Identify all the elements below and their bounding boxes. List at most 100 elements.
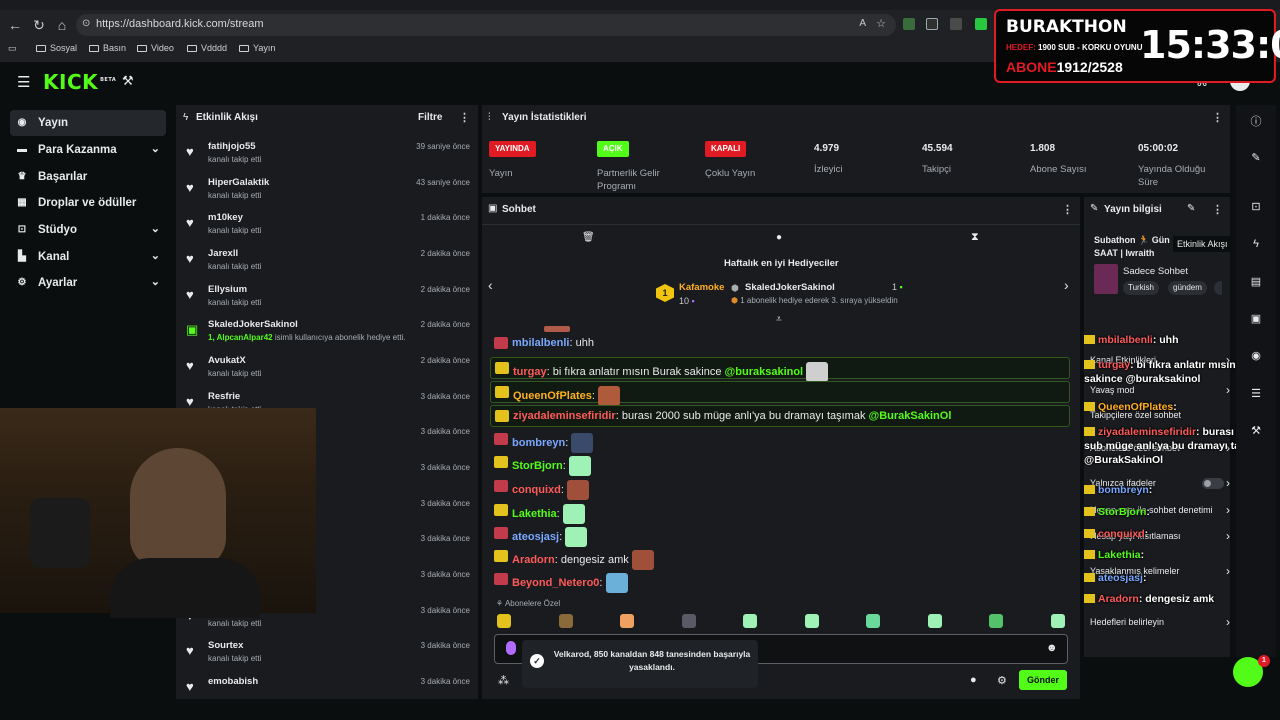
chat-username[interactable]: turgay <box>513 366 547 378</box>
hourglass-icon[interactable]: ⧗ <box>971 231 979 244</box>
emote-button[interactable] <box>558 614 573 628</box>
chat-message[interactable]: turgay: bi fıkra anlatır mısın Burak sak… <box>490 357 1070 382</box>
filter-button[interactable]: Filtre <box>418 112 442 123</box>
chat-message[interactable]: ziyadaleminsefiridir: burası 2000 sub mü… <box>490 405 1070 427</box>
emote-button[interactable] <box>866 614 880 628</box>
info-icon[interactable]: ⓘ <box>1248 114 1264 130</box>
chat-username[interactable]: Aradorn <box>512 554 555 566</box>
stack-icon[interactable]: ☰ <box>1248 386 1264 402</box>
activity-username[interactable]: SkaledJokerSakinol <box>208 319 298 330</box>
bookmarks-icon[interactable]: ▭ <box>8 43 17 54</box>
emote-button[interactable] <box>743 614 757 628</box>
bookmark-basin[interactable]: Basın <box>89 43 126 53</box>
gifter-name[interactable]: Kafamoke <box>679 282 724 293</box>
send-button[interactable]: Gönder <box>1019 670 1067 690</box>
bookmark-video[interactable]: Video <box>137 43 174 53</box>
activity-username[interactable]: m10key <box>208 212 243 223</box>
setting-row[interactable]: Hedefleri belirleyin › <box>1090 615 1230 629</box>
menu-icon[interactable]: ☰ <box>17 73 30 91</box>
emote-button[interactable] <box>620 614 634 628</box>
chat-username[interactable]: mbilalbenli <box>512 337 569 349</box>
extension-icon[interactable] <box>926 18 938 30</box>
address-bar[interactable]: ⊙ https://dashboard.kick.com/stream A ☆ <box>76 14 896 36</box>
emoji-icon[interactable]: ☻ <box>1046 642 1058 654</box>
document-icon[interactable]: ▤ <box>1248 274 1264 290</box>
next-arrow-icon[interactable]: › <box>1064 277 1069 293</box>
bookmark-yayin[interactable]: Yayın <box>239 43 275 53</box>
sidebar-item-basarilar[interactable]: ♛ Başarılar <box>10 164 166 190</box>
lightning-icon[interactable]: ϟ <box>1248 236 1264 252</box>
extension-icon[interactable] <box>950 18 962 30</box>
toggle-switch[interactable] <box>1202 478 1224 489</box>
home-icon[interactable]: ⌂ <box>53 16 71 34</box>
activity-item[interactable]: ♥ AvukatX kanalı takip etti 2 dakika önce <box>186 355 476 389</box>
activity-item[interactable]: ▣ SkaledJokerSakinol 1, AlpcanAlpar42 isim… <box>186 319 476 353</box>
activity-username[interactable]: Ellysium <box>208 284 247 295</box>
more-options-icon[interactable]: ⋮ <box>1212 203 1223 216</box>
activity-username[interactable]: Jarexll <box>208 248 238 259</box>
more-options-icon[interactable]: ⋮ <box>1062 203 1073 216</box>
gear-icon[interactable]: ⚙ <box>997 674 1007 687</box>
extension-icon[interactable] <box>903 18 915 30</box>
chat-username[interactable]: Beyond_Netero0 <box>512 577 599 589</box>
activity-username[interactable]: Sourtex <box>208 640 243 651</box>
setting-row[interactable]: Yavaş mod › <box>1090 383 1230 397</box>
read-aloud-icon[interactable]: A <box>859 18 866 29</box>
activity-item[interactable]: ♥ Jarexll kanalı takip etti 2 dakika önce <box>186 248 476 282</box>
favorite-star-icon[interactable]: ☆ <box>876 17 886 30</box>
activity-item[interactable]: ♥ emobabish 3 dakika önce <box>186 676 476 710</box>
chat-username[interactable]: StorBjorn <box>512 460 563 472</box>
sidebar-item-kanal[interactable]: ▙ Kanal ⌄ <box>10 244 166 270</box>
hammer-icon[interactable]: ⚒ <box>122 73 134 89</box>
chat-message[interactable]: QueenOfPlates: <box>490 381 1070 406</box>
emote-button[interactable] <box>497 614 511 628</box>
points-icon[interactable]: ⁂ <box>498 674 509 687</box>
bookmark-vdddd[interactable]: Vdddd <box>187 43 227 53</box>
chat-icon[interactable]: ▣ <box>1248 311 1264 327</box>
sidebar-item-ayarlar[interactable]: ⚙ Ayarlar ⌄ <box>10 270 166 296</box>
gifter-name[interactable]: SkaledJokerSakinol <box>745 282 835 293</box>
chat-username[interactable]: QueenOfPlates <box>513 390 592 402</box>
sidebar-item-yayin[interactable]: ◉ Yayın <box>10 110 166 136</box>
chat-username[interactable]: Lakethia <box>512 508 557 520</box>
sidebar-item-droplar[interactable]: ▦ Droplar ve ödüller <box>10 190 166 216</box>
extension-icon[interactable] <box>975 18 987 30</box>
activity-username[interactable]: Resfrie <box>208 391 240 402</box>
trash-icon[interactable]: 🗑 <box>582 232 595 243</box>
bookmark-sosyal[interactable]: Sosyal <box>36 43 77 53</box>
pencil-icon[interactable]: ✎ <box>1248 150 1264 166</box>
chat-username[interactable]: bombreyn <box>512 437 565 449</box>
more-options-icon[interactable]: ⋮ <box>1212 111 1223 124</box>
activity-item[interactable]: ♥ m10key kanalı takip etti 1 dakika önce <box>186 212 476 246</box>
emote-button[interactable] <box>804 614 819 628</box>
emote-button[interactable] <box>989 614 1003 628</box>
activity-username[interactable]: emobabish <box>208 676 258 687</box>
wrench-icon[interactable]: ⚒ <box>1248 423 1264 439</box>
chat-bubble-icon[interactable]: ● <box>776 232 782 243</box>
prev-arrow-icon[interactable]: ‹ <box>488 277 493 293</box>
emote-button[interactable] <box>1050 614 1065 628</box>
collapse-icon[interactable]: ⩡ <box>776 314 782 325</box>
more-options-icon[interactable]: ⋮ <box>459 111 470 124</box>
chat-mention[interactable]: @buraksakinol <box>725 366 804 378</box>
chat-username[interactable]: ziyadaleminsefiridir <box>513 410 616 422</box>
chat-mention[interactable]: @BurakSakinOl <box>869 410 952 422</box>
activity-username[interactable]: fatihjojo55 <box>208 141 256 152</box>
activity-item[interactable]: ♥ Sourtex kanalı takip etti 3 dakika önce <box>186 640 476 674</box>
scan-icon[interactable]: ⊡ <box>1248 199 1264 215</box>
edit-icon[interactable]: ✎ <box>1187 203 1195 214</box>
emote-button[interactable] <box>681 614 696 628</box>
back-icon[interactable]: ← <box>6 16 24 34</box>
site-info-icon[interactable]: ⊙ <box>82 18 90 29</box>
sidebar-item-para-kazanma[interactable]: ▬ Para Kazanma ⌄ <box>10 137 166 163</box>
kick-logo[interactable]: KICK BETA <box>43 70 116 94</box>
sidebar-item-studyo[interactable]: ⊡ Stüdyo ⌄ <box>10 217 166 243</box>
activity-item[interactable]: ♥ fatihjojo55 kanalı takip etti 39 saniye ö… <box>186 141 476 175</box>
chat-username[interactable]: conquixd <box>512 484 561 496</box>
activity-item[interactable]: ♥ Ellysium kanalı takip etti 2 dakika önce <box>186 284 476 318</box>
emote-button[interactable] <box>927 614 942 628</box>
chat-settings-icon[interactable]: ● <box>970 674 977 686</box>
activity-username[interactable]: HiperGalaktik <box>208 177 269 188</box>
chat-username[interactable]: ateosjasj <box>512 531 559 543</box>
broadcast-icon[interactable]: ◉ <box>1248 348 1264 364</box>
